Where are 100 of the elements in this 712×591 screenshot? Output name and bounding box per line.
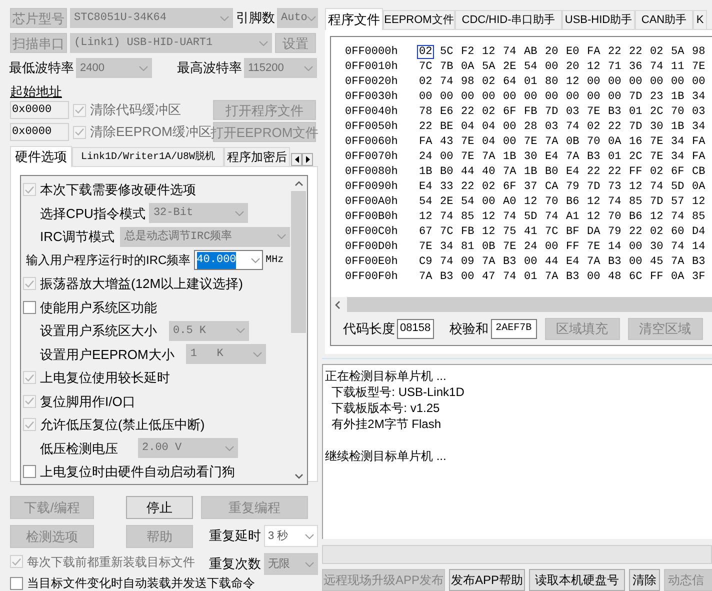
hex-byte[interactable]: 57 xyxy=(671,195,692,210)
hex-byte[interactable]: 2E xyxy=(440,195,461,210)
hex-byte[interactable]: 70 xyxy=(608,210,629,225)
hex-byte[interactable]: 74 xyxy=(503,270,524,285)
hex-byte[interactable]: 7C xyxy=(545,225,566,240)
hex-byte[interactable]: 70 xyxy=(671,105,692,120)
hex-byte[interactable]: 48 xyxy=(608,270,629,285)
hex-byte[interactable]: 00 xyxy=(692,75,712,90)
hex-byte[interactable]: 78 xyxy=(419,105,440,120)
hex-byte[interactable]: 7E xyxy=(587,105,608,120)
hex-byte[interactable]: 02 xyxy=(419,45,440,60)
hex-byte[interactable]: 74 xyxy=(440,255,461,270)
checkbox[interactable] xyxy=(23,300,36,314)
hex-byte[interactable]: 74 xyxy=(503,210,524,225)
hex-byte[interactable]: 74 xyxy=(440,210,461,225)
hex-byte[interactable]: 7E xyxy=(419,240,440,255)
hex-byte[interactable]: 7A xyxy=(503,165,524,180)
hex-byte[interactable]: 7D xyxy=(650,195,671,210)
hex-byte[interactable]: 00 xyxy=(503,120,524,135)
hex-byte[interactable]: 00 xyxy=(587,90,608,105)
hex-byte[interactable]: 5A xyxy=(671,45,692,60)
tab[interactable]: CDC/HID-串口助手 xyxy=(455,10,562,29)
hex-byte[interactable]: 7C xyxy=(419,60,440,75)
hex-byte[interactable]: 44 xyxy=(461,165,482,180)
hex-byte[interactable]: 64 xyxy=(503,75,524,90)
tab[interactable]: USB-HID助手 xyxy=(562,10,635,29)
hex-byte[interactable]: FA xyxy=(692,135,712,150)
hex-byte[interactable]: 70 xyxy=(545,195,566,210)
hex-byte[interactable]: 24 xyxy=(419,150,440,165)
hex-byte[interactable]: 00 xyxy=(524,90,545,105)
hex-byte[interactable]: 81 xyxy=(461,240,482,255)
hex-byte[interactable]: 12 xyxy=(629,180,650,195)
hex-byte[interactable]: 7E xyxy=(461,150,482,165)
hex-byte[interactable]: 7E xyxy=(650,150,671,165)
hex-byte[interactable]: 12 xyxy=(566,75,587,90)
hex-byte[interactable]: E6 xyxy=(440,105,461,120)
hex-byte[interactable]: 04 xyxy=(482,120,503,135)
hex-byte[interactable]: 22 xyxy=(461,105,482,120)
hex-byte[interactable]: 14 xyxy=(608,240,629,255)
hex-byte[interactable]: 22 xyxy=(629,45,650,60)
hex-byte[interactable]: 7E xyxy=(503,240,524,255)
hex-byte[interactable]: 71 xyxy=(608,60,629,75)
hex-byte[interactable]: 00 xyxy=(545,240,566,255)
hex-byte[interactable]: A1 xyxy=(566,210,587,225)
hex-byte[interactable]: 2C xyxy=(629,150,650,165)
hex-byte[interactable]: 02 xyxy=(650,225,671,240)
hex-byte[interactable]: 1B xyxy=(671,90,692,105)
hex-byte[interactable]: 14 xyxy=(692,240,712,255)
hex-byte[interactable]: 02 xyxy=(482,105,503,120)
hex-byte[interactable]: 5C xyxy=(440,45,461,60)
hex-byte[interactable]: 04 xyxy=(482,135,503,150)
hex-byte[interactable]: 00 xyxy=(629,255,650,270)
hex-byte[interactable]: 7A xyxy=(419,270,440,285)
hex-byte[interactable]: C9 xyxy=(419,255,440,270)
action-button[interactable]: 发布APP帮助 xyxy=(449,569,525,591)
hex-byte[interactable]: 09 xyxy=(461,255,482,270)
hex-byte[interactable]: FB xyxy=(524,105,545,120)
tab[interactable]: 程序加密后 xyxy=(224,147,290,166)
hex-byte[interactable]: 7D xyxy=(629,120,650,135)
hex-byte[interactable]: 6C xyxy=(629,270,650,285)
hex-byte[interactable]: 00 xyxy=(587,270,608,285)
hex-byte[interactable]: 22 xyxy=(608,45,629,60)
hex-byte[interactable]: B3 xyxy=(566,270,587,285)
hex-byte[interactable]: FB xyxy=(461,225,482,240)
hex-byte[interactable]: 7C xyxy=(440,225,461,240)
hex-byte[interactable]: A0 xyxy=(503,195,524,210)
tab[interactable]: EEPROM文件 xyxy=(383,10,455,29)
hex-byte[interactable]: 43 xyxy=(440,135,461,150)
hex-byte[interactable]: 33 xyxy=(440,180,461,195)
hex-byte[interactable]: 74 xyxy=(671,210,692,225)
hex-byte[interactable]: 7A xyxy=(545,135,566,150)
hex-byte[interactable]: B3 xyxy=(503,255,524,270)
hex-byte[interactable]: 02 xyxy=(419,75,440,90)
hex-byte[interactable]: 7E xyxy=(587,240,608,255)
chevron-down-icon[interactable] xyxy=(294,474,302,479)
hex-byte[interactable]: 5D xyxy=(671,180,692,195)
hex-byte[interactable]: B3 xyxy=(608,105,629,120)
hex-byte[interactable]: 74 xyxy=(545,210,566,225)
hex-byte[interactable]: 00 xyxy=(629,75,650,90)
hex-byte[interactable]: 03 xyxy=(692,105,712,120)
hex-byte[interactable]: 12 xyxy=(482,210,503,225)
hex-byte[interactable]: 37 xyxy=(524,180,545,195)
hex-byte[interactable]: 00 xyxy=(671,75,692,90)
action-button[interactable]: 读取本机硬盘号 xyxy=(529,569,625,591)
hex-byte[interactable]: FF xyxy=(650,270,671,285)
hex-byte[interactable]: 6F xyxy=(503,105,524,120)
hex-byte[interactable]: 7E xyxy=(650,135,671,150)
hex-byte[interactable]: 00 xyxy=(419,90,440,105)
hex-byte[interactable]: 00 xyxy=(587,75,608,90)
tab[interactable]: CAN助手 xyxy=(635,10,693,29)
hex-byte[interactable]: 7A xyxy=(566,150,587,165)
hex-byte[interactable]: 22 xyxy=(629,225,650,240)
hex-byte[interactable]: 7B xyxy=(440,60,461,75)
hex-byte[interactable]: 70 xyxy=(587,135,608,150)
hex-byte[interactable]: 7A xyxy=(482,150,503,165)
hex-byte[interactable]: 2C xyxy=(650,105,671,120)
hex-byte[interactable]: 12 xyxy=(587,60,608,75)
chevron-left-icon[interactable] xyxy=(335,300,340,308)
hex-byte[interactable]: 3F xyxy=(692,270,712,285)
hex-byte[interactable]: B6 xyxy=(566,195,587,210)
